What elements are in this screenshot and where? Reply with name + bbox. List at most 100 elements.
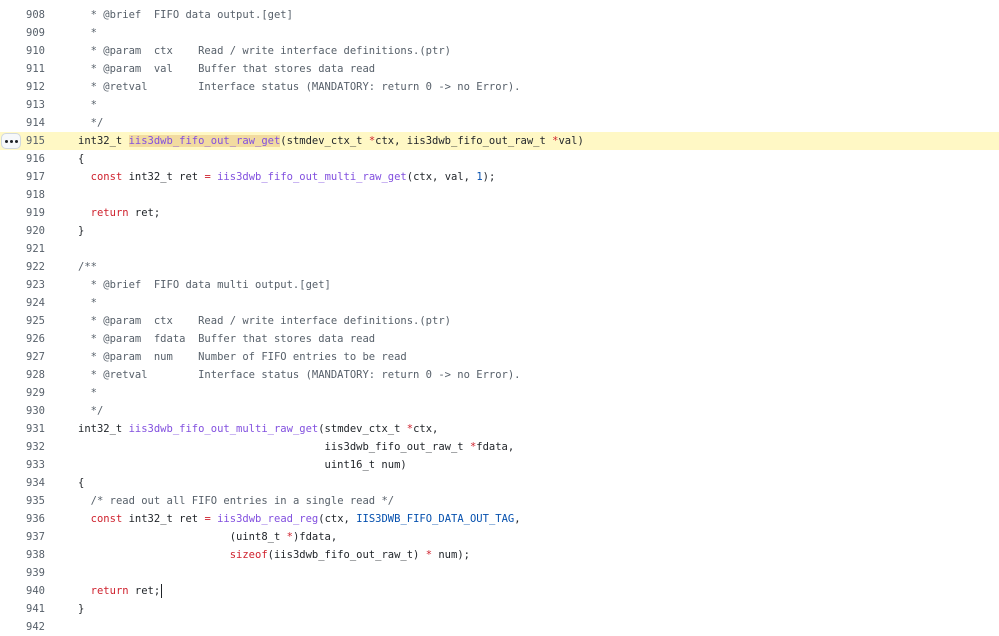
code-line[interactable]: 937 (uint8_t *)fdata,	[0, 528, 999, 546]
line-number[interactable]: 909	[0, 24, 45, 42]
line-number[interactable]: 939	[0, 564, 45, 582]
code-token: val)	[558, 135, 584, 147]
line-number[interactable]: 908	[0, 6, 45, 24]
code-text: * @param ctx Read / write interface defi…	[78, 312, 451, 330]
code-line[interactable]: 918	[0, 186, 999, 204]
code-line[interactable]: 940 return ret;	[0, 582, 999, 600]
code-line-highlighted[interactable]: 915 int32_t iis3dwb_fifo_out_raw_get(stmd…	[0, 132, 999, 150]
code-token: {	[78, 153, 85, 165]
line-number[interactable]: 919	[0, 204, 45, 222]
line-number[interactable]: 935	[0, 492, 45, 510]
line-number[interactable]: 917	[0, 168, 45, 186]
code-line[interactable]: 925 * @param ctx Read / write interface …	[0, 312, 999, 330]
code-line[interactable]: 931 int32_t iis3dwb_fifo_out_multi_raw_ge…	[0, 420, 999, 438]
line-number[interactable]: 923	[0, 276, 45, 294]
code-line[interactable]: 922 /**	[0, 258, 999, 276]
line-number[interactable]: 910	[0, 42, 45, 60]
code-line[interactable]: 926 * @param fdata Buffer that stores da…	[0, 330, 999, 348]
code-line[interactable]: 916 {	[0, 150, 999, 168]
line-number[interactable]: 940	[0, 582, 45, 600]
line-number[interactable]: 929	[0, 384, 45, 402]
line-number[interactable]: 937	[0, 528, 45, 546]
code-line[interactable]: 939	[0, 564, 999, 582]
code-line[interactable]: 942	[0, 618, 999, 636]
code-token: * @param ctx Read / write interface defi…	[78, 45, 451, 57]
code-token: int32_t ret	[122, 171, 205, 183]
code-text: uint16_t num)	[78, 456, 407, 474]
line-number[interactable]: 930	[0, 402, 45, 420]
line-number[interactable]: 925	[0, 312, 45, 330]
code-line[interactable]: 933 uint16_t num)	[0, 456, 999, 474]
code-line[interactable]: 927 * @param num Number of FIFO entries …	[0, 348, 999, 366]
code-token: * @brief FIFO data multi output.[get]	[78, 279, 331, 291]
code-line[interactable]: 932 iis3dwb_fifo_out_raw_t *fdata,	[0, 438, 999, 456]
line-number[interactable]: 927	[0, 348, 45, 366]
code-line[interactable]: 911 * @param val Buffer that stores data…	[0, 60, 999, 78]
code-token: int32_t	[78, 423, 129, 435]
line-number[interactable]: 913	[0, 96, 45, 114]
code-line[interactable]: 938 sizeof(iis3dwb_fifo_out_raw_t) * num…	[0, 546, 999, 564]
code-line[interactable]: 910 * @param ctx Read / write interface …	[0, 42, 999, 60]
code-line[interactable]: 908 * @brief FIFO data output.[get]	[0, 6, 999, 24]
code-token: sizeof	[229, 549, 268, 561]
code-view: 907908 * @brief FIFO data output.[get]90…	[0, 0, 999, 636]
code-line[interactable]: 921	[0, 240, 999, 258]
line-number[interactable]: 928	[0, 366, 45, 384]
code-line[interactable]: 912 * @retval Interface status (MANDATOR…	[0, 78, 999, 96]
line-number[interactable]: 916	[0, 150, 45, 168]
code-line[interactable]: 935 /* read out all FIFO entries in a si…	[0, 492, 999, 510]
code-text: *	[78, 96, 97, 114]
code-text: return ret;	[78, 582, 163, 600]
code-token: )fdata,	[292, 531, 338, 543]
code-token: iis3dwb_fifo_out_multi_raw_get	[128, 423, 319, 435]
code-token: ,	[514, 513, 521, 525]
code-text: const int32_t ret = iis3dwb_read_reg(ctx…	[78, 510, 521, 528]
line-number[interactable]: 936	[0, 510, 45, 528]
code-token: iis3dwb_fifo_out_raw_t	[78, 441, 470, 453]
line-number[interactable]: 934	[0, 474, 45, 492]
line-number[interactable]: 918	[0, 186, 45, 204]
line-number[interactable]: 911	[0, 60, 45, 78]
code-line[interactable]: 924 *	[0, 294, 999, 312]
code-text: *	[78, 24, 97, 42]
code-line[interactable]: 930 */	[0, 402, 999, 420]
code-line[interactable]: 913 *	[0, 96, 999, 114]
line-number[interactable]: 942	[0, 618, 45, 636]
line-number[interactable]: 921	[0, 240, 45, 258]
code-token: * @retval Interface status (MANDATORY: r…	[78, 81, 521, 93]
code-token: (stmdev_ctx_t	[280, 135, 369, 147]
code-line[interactable]: 936 const int32_t ret = iis3dwb_read_reg…	[0, 510, 999, 528]
code-token: const	[90, 171, 123, 183]
code-line[interactable]: 934 {	[0, 474, 999, 492]
line-number[interactable]: 915	[0, 132, 45, 150]
code-line[interactable]: 917 const int32_t ret = iis3dwb_fifo_out…	[0, 168, 999, 186]
code-line[interactable]: 919 return ret;	[0, 204, 999, 222]
line-number[interactable]: 914	[0, 114, 45, 132]
line-number[interactable]: 931	[0, 420, 45, 438]
code-line[interactable]: 928 * @retval Interface status (MANDATOR…	[0, 366, 999, 384]
line-number[interactable]: 922	[0, 258, 45, 276]
code-token: * @param ctx Read / write interface defi…	[78, 315, 451, 327]
line-number[interactable]: 933	[0, 456, 45, 474]
line-number[interactable]: 938	[0, 546, 45, 564]
line-number[interactable]: 941	[0, 600, 45, 618]
line-number[interactable]: 932	[0, 438, 45, 456]
line-number[interactable]: 924	[0, 294, 45, 312]
code-text: * @param ctx Read / write interface defi…	[78, 42, 451, 60]
code-line[interactable]: 941}	[0, 600, 999, 618]
code-token: int32_t	[78, 135, 129, 147]
code-token: );	[482, 171, 496, 183]
code-line[interactable]: 923 * @brief FIFO data multi output.[get…	[0, 276, 999, 294]
code-token: *	[78, 387, 97, 399]
code-line[interactable]: 914 */	[0, 114, 999, 132]
code-line[interactable]: 920}	[0, 222, 999, 240]
code-line[interactable]: 929 *	[0, 384, 999, 402]
code-line[interactable]: 909 *	[0, 24, 999, 42]
code-text: /* read out all FIFO entries in a single…	[78, 492, 394, 510]
line-number[interactable]: 912	[0, 78, 45, 96]
line-number[interactable]: 920	[0, 222, 45, 240]
line-number[interactable]: 926	[0, 330, 45, 348]
